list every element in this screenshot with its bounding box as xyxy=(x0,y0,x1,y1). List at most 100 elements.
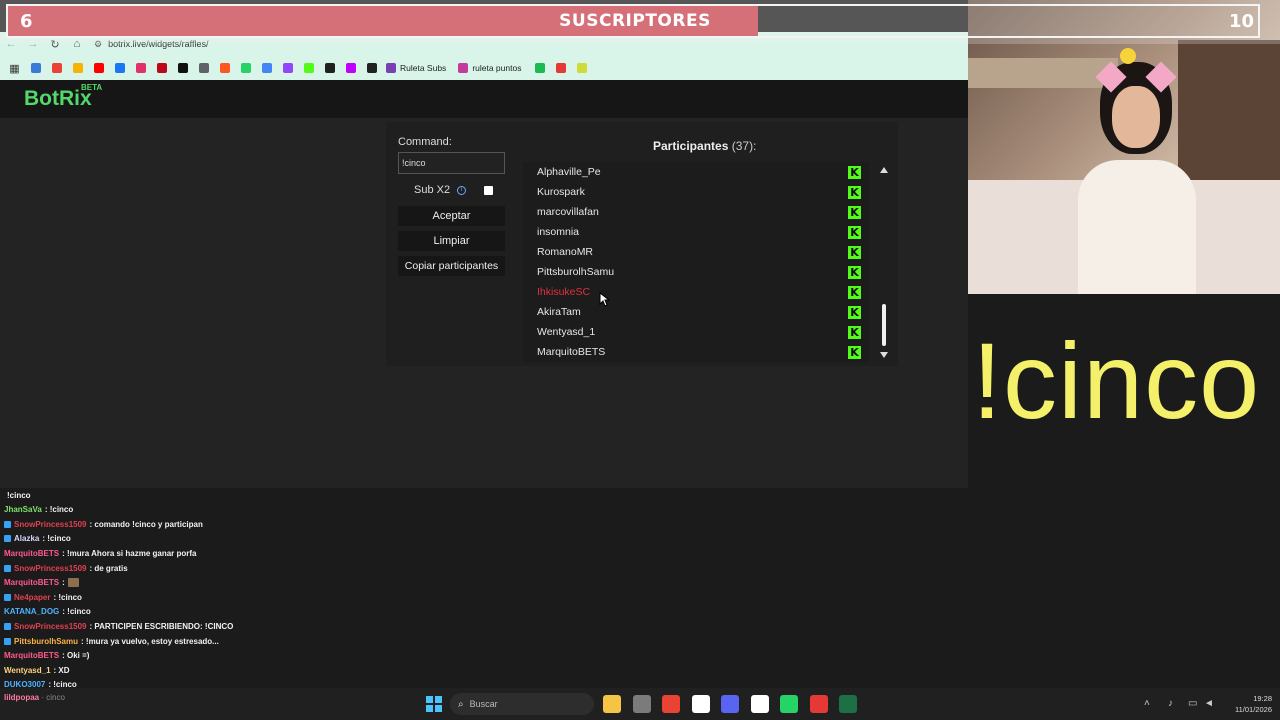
chat-username: SnowPrincess1509 xyxy=(14,563,87,573)
tray-chevron-icon[interactable]: ˄ xyxy=(1144,698,1150,709)
bookmark-icon[interactable] xyxy=(27,60,44,77)
participant-row[interactable]: AkiraTam K xyxy=(537,302,867,322)
taskbar-app-icon[interactable] xyxy=(632,695,651,713)
bookmarks-bar: ▦ Ruleta Subs ruleta puntos xyxy=(0,56,968,80)
kick-platform-icon: K xyxy=(848,245,861,259)
participant-row[interactable]: Kurospark K xyxy=(537,182,867,202)
chat-message: Wentyasd_1: XD xyxy=(4,663,70,677)
taskbar-app-icon[interactable] xyxy=(662,695,680,713)
bookmark-icon[interactable] xyxy=(258,60,275,77)
bookmark-icon[interactable] xyxy=(237,60,254,77)
participant-row[interactable]: marcovillafan K xyxy=(537,202,867,222)
chat-username: MarquitoBETS xyxy=(4,651,60,661)
chat-username: MarquitoBETS xyxy=(4,578,60,588)
bookmark-icon[interactable] xyxy=(69,60,86,77)
bookmark-item[interactable]: ruleta puntos xyxy=(458,63,521,73)
bookmark-icon[interactable] xyxy=(48,60,65,77)
bookmark-icon[interactable] xyxy=(132,60,149,77)
bookmark-icon[interactable] xyxy=(174,60,191,77)
windows-start-icon[interactable] xyxy=(426,696,442,712)
kick-platform-icon: K xyxy=(848,305,861,319)
participants-list[interactable]: Alphaville_Pe K Kurospark Kmarcovillafan Kin… xyxy=(523,162,869,362)
bookmark-icon[interactable] xyxy=(279,60,296,77)
chat-badge-icon xyxy=(4,637,11,645)
chat-username: SnowPrincess1509 xyxy=(14,621,87,631)
clock-time: 19:28 xyxy=(1253,694,1272,703)
taskbar-app-icon[interactable] xyxy=(721,695,739,713)
chat-text: : PARTICIPEN ESCRIBIENDO: !CINCO xyxy=(89,621,234,631)
participant-row[interactable]: Wentyasd_1 K xyxy=(537,322,867,342)
participant-row[interactable]: IhkisukeSC K xyxy=(537,282,867,302)
scrollbar-thumb[interactable] xyxy=(882,304,886,346)
chat-message: Alazka: !cinco xyxy=(4,532,71,546)
info-icon[interactable]: i xyxy=(457,185,467,195)
command-input[interactable]: !cinco xyxy=(398,152,505,174)
taskbar-app-icon[interactable] xyxy=(780,695,798,713)
bookmark-icon[interactable] xyxy=(111,60,128,77)
bookmark-icon[interactable] xyxy=(300,60,317,77)
chat-message: Ne4paper: !cinco xyxy=(4,590,82,604)
participant-row[interactable]: insomnia K xyxy=(537,222,867,242)
command-overlay: !cinco xyxy=(972,320,1261,441)
chat-username: Ne4paper xyxy=(14,592,51,602)
sub-x2-row: Sub X2 i xyxy=(414,184,467,196)
taskbar-app-icon[interactable] xyxy=(603,695,621,713)
search-icon: ⌕ xyxy=(458,698,464,710)
bookmark-icon[interactable] xyxy=(195,60,212,77)
chat-message: MarquitoBETS: Oki =) xyxy=(4,649,89,663)
chat-username: Alazka xyxy=(14,534,40,544)
chat-text: : !cinco xyxy=(53,592,82,602)
chat-username: Wentyasd_1 xyxy=(4,665,51,675)
webcam-shelf xyxy=(968,58,1118,88)
chat-footer-line: lildpopaa · cinco xyxy=(4,693,65,702)
bookmark-icon[interactable] xyxy=(363,60,380,77)
clear-button[interactable]: Limpiar xyxy=(398,231,505,251)
chat-badge-icon xyxy=(4,593,11,601)
bookmark-icon[interactable] xyxy=(321,60,338,77)
kick-platform-icon: K xyxy=(848,265,861,279)
clock-date: 11/01/2026 xyxy=(1235,705,1272,714)
bookmark-icon[interactable] xyxy=(552,60,569,77)
apps-grid-icon[interactable]: ▦ xyxy=(6,60,23,77)
participant-name: Kurospark xyxy=(537,186,585,198)
bookmark-icon[interactable] xyxy=(90,60,107,77)
chat-message: MarquitoBETS: !mura Ahora si hazme ganar… xyxy=(4,546,197,560)
chat-text: : !mura Ahora si hazme ganar porfa xyxy=(62,548,197,558)
bookmark-icon[interactable] xyxy=(531,60,548,77)
chat-badge-icon xyxy=(4,622,11,630)
scroll-down-icon[interactable] xyxy=(880,352,888,358)
bookmark-icon[interactable] xyxy=(573,60,590,77)
taskbar-app-icon[interactable] xyxy=(750,695,769,713)
taskbar-search[interactable]: ⌕ Buscar xyxy=(450,693,594,715)
chat-text: : !cinco xyxy=(44,505,74,515)
webcam-person-face xyxy=(1112,86,1160,148)
chat-text: !cinco xyxy=(7,490,31,500)
chat-text: : comando !cinco y participan xyxy=(89,519,203,529)
bookmark-icon[interactable] xyxy=(216,60,233,77)
network-icon[interactable]: ▭ xyxy=(1188,698,1197,709)
taskbar-app-icon[interactable] xyxy=(809,695,828,713)
bookmark-icon[interactable] xyxy=(342,60,359,77)
volume-icon[interactable]: ◄ xyxy=(1204,698,1214,709)
participant-row[interactable]: Alphaville_Pe K xyxy=(537,162,867,182)
participants-title-text: Participantes xyxy=(653,139,729,153)
participant-name: Wentyasd_1 xyxy=(537,326,596,338)
bookmark-icon[interactable] xyxy=(153,60,170,77)
screen: ← → ↻ ⌂ ⚙ botrix.live/widgets/raffles/ ▦… xyxy=(0,0,1280,720)
copy-participants-button[interactable]: Copiar participantes xyxy=(398,256,505,276)
participant-row[interactable]: MarquitoBETS K xyxy=(537,342,867,362)
bookmark-favicon-icon xyxy=(386,63,396,73)
botrix-logo[interactable]: BotRix BETA xyxy=(24,83,102,111)
microphone-icon[interactable]: ♪ xyxy=(1168,698,1173,709)
accept-button[interactable]: Aceptar xyxy=(398,206,505,226)
participant-row[interactable]: PittsburolhSamu K xyxy=(537,262,867,282)
participant-row[interactable]: RomanoMR K xyxy=(537,242,867,262)
clock[interactable]: 19:28 11/01/2026 xyxy=(1235,693,1272,715)
taskbar-app-icon[interactable] xyxy=(839,695,857,713)
participant-name: RomanoMR xyxy=(537,246,594,258)
scroll-up-icon[interactable] xyxy=(880,167,888,173)
participant-name: Alphaville_Pe xyxy=(537,166,601,178)
sub-x2-checkbox[interactable] xyxy=(484,186,493,195)
bookmark-item[interactable]: Ruleta Subs xyxy=(386,63,446,73)
taskbar-app-icon[interactable] xyxy=(691,695,710,713)
